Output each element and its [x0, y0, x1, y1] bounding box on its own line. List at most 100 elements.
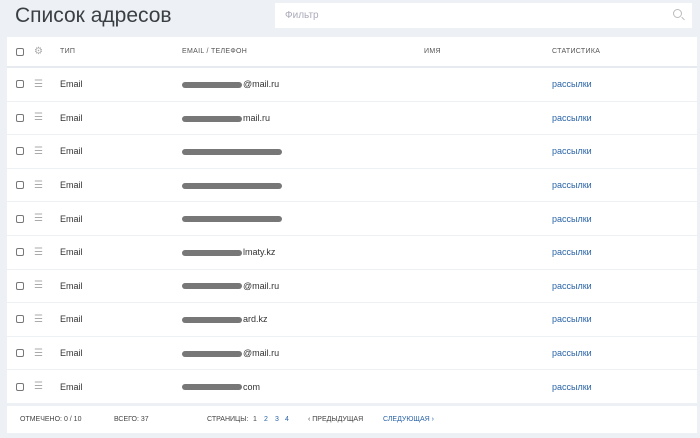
filter-input[interactable]: Фильтр: [275, 3, 692, 28]
row-email-text: @mail.ru: [243, 79, 280, 90]
gear-icon[interactable]: ⚙: [34, 46, 43, 57]
row-checkbox[interactable]: [16, 113, 24, 122]
redaction-mark: [182, 283, 242, 290]
redaction-mark: [182, 216, 282, 223]
redaction-mark: [182, 149, 282, 156]
row-stats-link[interactable]: рассылки: [552, 281, 592, 291]
row-stats-link[interactable]: рассылки: [552, 314, 592, 324]
drag-handle-icon[interactable]: ☰: [34, 280, 43, 291]
row-checkbox[interactable]: [16, 315, 24, 324]
page-3[interactable]: 3: [275, 416, 279, 423]
row-email-text: mail.ru: [243, 112, 271, 123]
row-email[interactable]: @mail.ru: [182, 281, 279, 291]
row-type: Email: [60, 247, 83, 258]
row-checkbox[interactable]: [16, 80, 24, 89]
row-type: Email: [60, 314, 83, 325]
row-type: Email: [60, 213, 83, 224]
redaction-mark: [182, 249, 242, 256]
row-type: Email: [60, 79, 83, 90]
total-label: ВСЕГО:: [114, 416, 139, 423]
row-stats-link[interactable]: рассылки: [552, 113, 592, 123]
table-row: ☰ Email рассылки: [7, 135, 697, 169]
address-table: ⚙ ТИП EMAIL / ТЕЛЕФОН ИМЯ СТАТИСТИКА ☰ E…: [7, 37, 697, 404]
row-stats-link[interactable]: рассылки: [552, 382, 592, 392]
row-type: Email: [60, 280, 83, 291]
col-type: ТИП: [60, 48, 76, 55]
page-4[interactable]: 4: [285, 416, 289, 423]
row-type: Email: [60, 146, 83, 157]
page-1[interactable]: 1: [253, 416, 257, 423]
row-checkbox[interactable]: [16, 181, 24, 190]
table-row: ☰ Email рассылки: [7, 202, 697, 236]
table-row: ☰ Email рассылки: [7, 169, 697, 203]
table-row: ☰ Email lmaty.kz рассылки: [7, 236, 697, 270]
table-row: ☰ Email com рассылки: [7, 370, 697, 404]
col-email: EMAIL / ТЕЛЕФОН: [182, 48, 248, 55]
row-stats-link[interactable]: рассылки: [552, 247, 592, 257]
row-checkbox[interactable]: [16, 281, 24, 290]
page-title: Список адресов: [15, 4, 172, 27]
row-email[interactable]: ard.kz: [182, 314, 268, 324]
row-stats-link[interactable]: рассылки: [552, 214, 592, 224]
row-stats-link[interactable]: рассылки: [552, 348, 592, 358]
col-name: ИМЯ: [424, 48, 441, 55]
row-stats-link[interactable]: рассылки: [552, 79, 592, 89]
drag-handle-icon[interactable]: ☰: [34, 314, 43, 325]
row-checkbox[interactable]: [16, 214, 24, 223]
row-email[interactable]: @mail.ru: [182, 79, 279, 89]
table-row: ☰ Email @mail.ru рассылки: [7, 68, 697, 102]
row-stats-link[interactable]: рассылки: [552, 180, 592, 190]
total-count: 37: [140, 416, 149, 423]
redaction-mark: [182, 350, 242, 357]
selected-count: ОТМЕЧЕНО: 0 / 10: [20, 416, 82, 423]
filter-placeholder: Фильтр: [285, 10, 319, 21]
row-type: Email: [60, 112, 83, 123]
row-checkbox[interactable]: [16, 349, 24, 358]
redaction-mark: [182, 81, 242, 88]
row-type: Email: [60, 180, 83, 191]
pages-label: СТРАНИЦЫ:: [207, 416, 249, 423]
row-email[interactable]: [182, 214, 283, 224]
row-email-text: ard.kz: [243, 314, 268, 325]
col-stats: СТАТИСТИКА: [552, 48, 601, 55]
row-email-text: @mail.ru: [243, 280, 280, 291]
row-type: Email: [60, 381, 83, 392]
row-email-text: com: [243, 381, 261, 392]
drag-handle-icon[interactable]: ☰: [34, 146, 43, 157]
row-email[interactable]: com: [182, 382, 260, 392]
redaction-mark: [182, 182, 282, 189]
table-row: ☰ Email mail.ru рассылки: [7, 102, 697, 136]
table-row: ☰ Email ard.kz рассылки: [7, 303, 697, 337]
drag-handle-icon[interactable]: ☰: [34, 247, 43, 258]
row-type: Email: [60, 348, 83, 359]
redaction-mark: [182, 115, 242, 122]
drag-handle-icon[interactable]: ☰: [34, 381, 43, 392]
drag-handle-icon[interactable]: ☰: [34, 213, 43, 224]
prev-page-button[interactable]: ‹ ПРЕДЫДУЩАЯ: [308, 416, 363, 423]
row-email[interactable]: lmaty.kz: [182, 247, 275, 257]
redaction-mark: [182, 384, 242, 391]
next-page-button[interactable]: СЛЕДУЮЩАЯ ›: [383, 416, 434, 423]
row-checkbox[interactable]: [16, 147, 24, 156]
row-email[interactable]: mail.ru: [182, 113, 270, 123]
row-stats-link[interactable]: рассылки: [552, 146, 592, 156]
drag-handle-icon[interactable]: ☰: [34, 180, 43, 191]
drag-handle-icon[interactable]: ☰: [34, 112, 43, 123]
drag-handle-icon[interactable]: ☰: [34, 348, 43, 359]
table-footer: ОТМЕЧЕНО: 0 / 10 ВСЕГО: 37 СТРАНИЦЫ: 1 2…: [7, 406, 697, 433]
table-header: ⚙ ТИП EMAIL / ТЕЛЕФОН ИМЯ СТАТИСТИКА: [7, 37, 697, 68]
search-icon[interactable]: [673, 9, 682, 18]
redaction-mark: [182, 317, 242, 324]
select-all-checkbox[interactable]: [16, 47, 24, 56]
row-email[interactable]: [182, 180, 283, 190]
drag-handle-icon[interactable]: ☰: [34, 79, 43, 90]
table-row: ☰ Email @mail.ru рассылки: [7, 337, 697, 371]
row-email[interactable]: [182, 146, 283, 156]
row-email-text: lmaty.kz: [243, 247, 276, 258]
row-checkbox[interactable]: [16, 248, 24, 257]
row-email-text: @mail.ru: [243, 348, 280, 359]
page-2[interactable]: 2: [264, 416, 268, 423]
row-email[interactable]: @mail.ru: [182, 348, 279, 358]
table-row: ☰ Email @mail.ru рассылки: [7, 270, 697, 304]
row-checkbox[interactable]: [16, 382, 24, 391]
